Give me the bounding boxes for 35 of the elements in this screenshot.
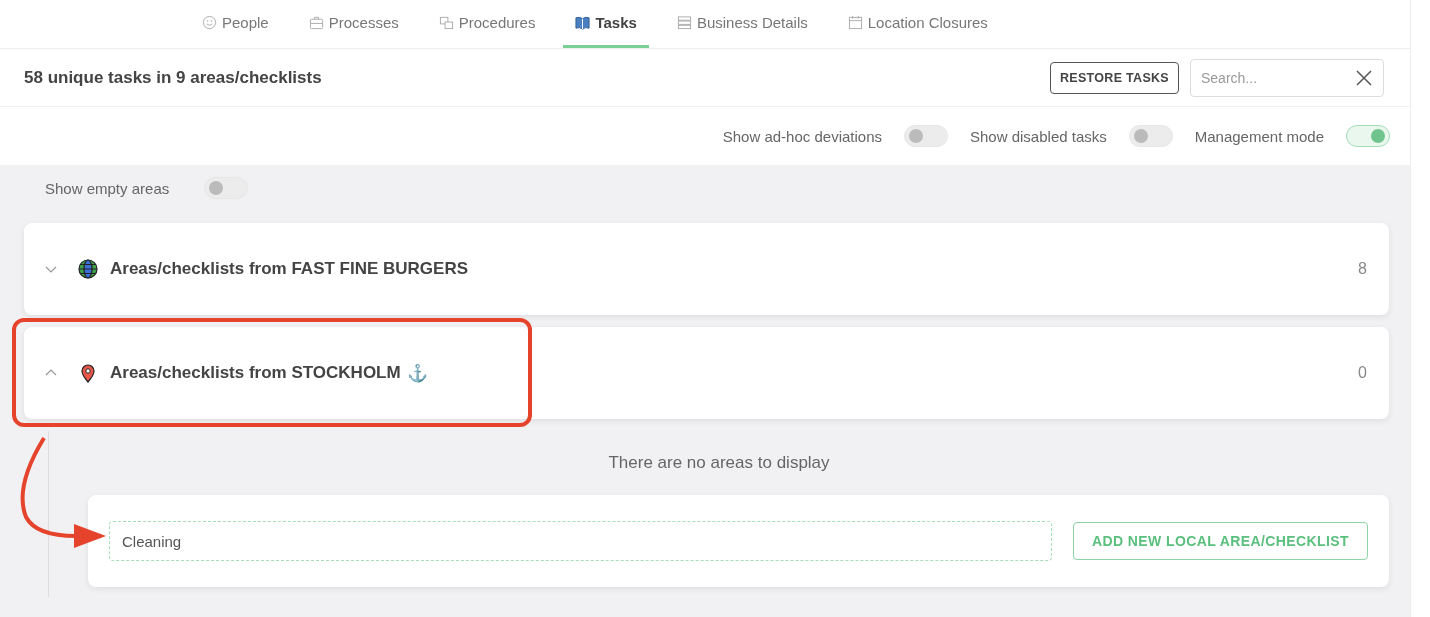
tab[interactable]: Business Details: [664, 0, 820, 48]
toggle-label: Management mode: [1194, 127, 1324, 145]
tab-icon: [308, 15, 324, 30]
tab[interactable]: Tasks: [563, 0, 649, 48]
task-summary: 58 unique tasks in 9 areas/checklists: [24, 67, 323, 88]
close-icon[interactable]: [1356, 69, 1372, 86]
toggle-label: Show disabled tasks: [970, 127, 1107, 145]
toggle-switch[interactable]: [1128, 125, 1173, 147]
section-title: Areas/checklists from STOCKHOLM: [110, 363, 401, 383]
area-count: 8: [1358, 260, 1367, 278]
toggle-label: Show ad-hoc deviations: [722, 127, 882, 145]
tab-icon: [438, 15, 454, 30]
section-title: Areas/checklists from FAST FINE BURGERS: [110, 259, 469, 279]
section-card[interactable]: Areas/checklists from FAST FINE BURGERS 8: [24, 223, 1389, 315]
toggle-label: Show empty areas: [45, 179, 170, 197]
area-name-field[interactable]: Cleaning: [109, 521, 1052, 561]
tab[interactable]: Location Closures: [835, 0, 1000, 48]
restore-tasks-button[interactable]: RESTORE TASKS: [1050, 61, 1179, 94]
empty-message: There are no areas to display: [607, 453, 831, 473]
tab-icon: [676, 15, 692, 30]
section-card[interactable]: Areas/checklists from STOCKHOLM ⚓ 0: [24, 327, 1389, 419]
search-field[interactable]: Search...: [1190, 58, 1384, 97]
area-count: 0: [1358, 364, 1367, 382]
toggle-switch[interactable]: [204, 177, 249, 199]
map-pin-icon: [78, 363, 98, 383]
anchor-icon: ⚓: [406, 362, 428, 384]
tab-icon: [847, 15, 863, 30]
globe-icon: [78, 259, 98, 279]
tab[interactable]: People: [190, 0, 281, 48]
toggle-switch[interactable]: [1346, 125, 1390, 147]
toggle-switch[interactable]: [904, 125, 948, 147]
tab[interactable]: Processes: [296, 0, 411, 48]
tab[interactable]: Procedures: [426, 0, 548, 48]
tab-icon: [202, 15, 217, 30]
tab-icon: [575, 15, 591, 30]
